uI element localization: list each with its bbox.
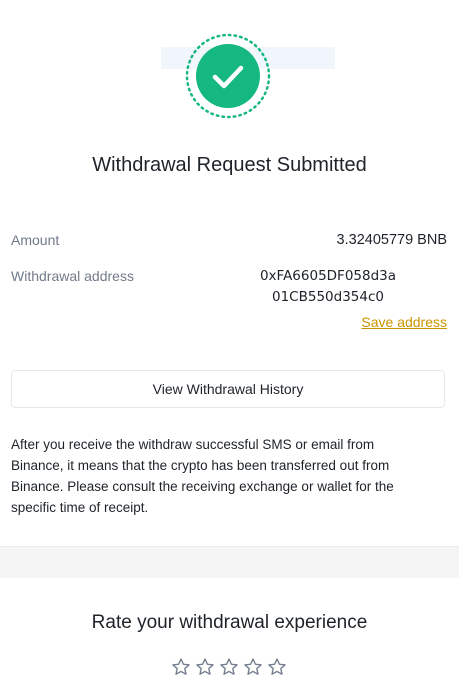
success-check-icon [185,33,271,119]
star-outline-icon[interactable] [219,657,239,677]
view-withdrawal-history-button[interactable]: View Withdrawal History [11,370,445,408]
star-outline-icon[interactable] [267,657,287,677]
address-line-1: 0xFA6605DF058d3a [259,268,397,284]
star-outline-icon[interactable] [195,657,215,677]
withdrawal-address-value: 0xFA6605DF058d3a 01CB550d354c0 [240,266,416,308]
withdrawal-address-label: Withdrawal address [11,268,134,284]
rating-stars [171,657,287,677]
amount-value: 3.32405779 BNB [336,232,447,248]
save-address-link[interactable]: Save address [361,314,447,330]
rating-card: Rate your withdrawal experience [0,578,459,696]
section-divider [0,546,459,578]
withdrawal-notice-text: After you receive the withdraw successfu… [11,437,394,515]
page-title: Withdrawal Request Submitted [92,154,367,176]
amount-label: Amount [11,232,60,248]
address-line-2: 01CB550d354c0 [272,289,384,305]
star-outline-icon[interactable] [171,657,191,677]
rating-title: Rate your withdrawal experience [91,612,368,633]
withdrawal-success-card: Withdrawal Request Submitted Amount 3.32… [0,0,459,546]
star-outline-icon[interactable] [243,657,263,677]
